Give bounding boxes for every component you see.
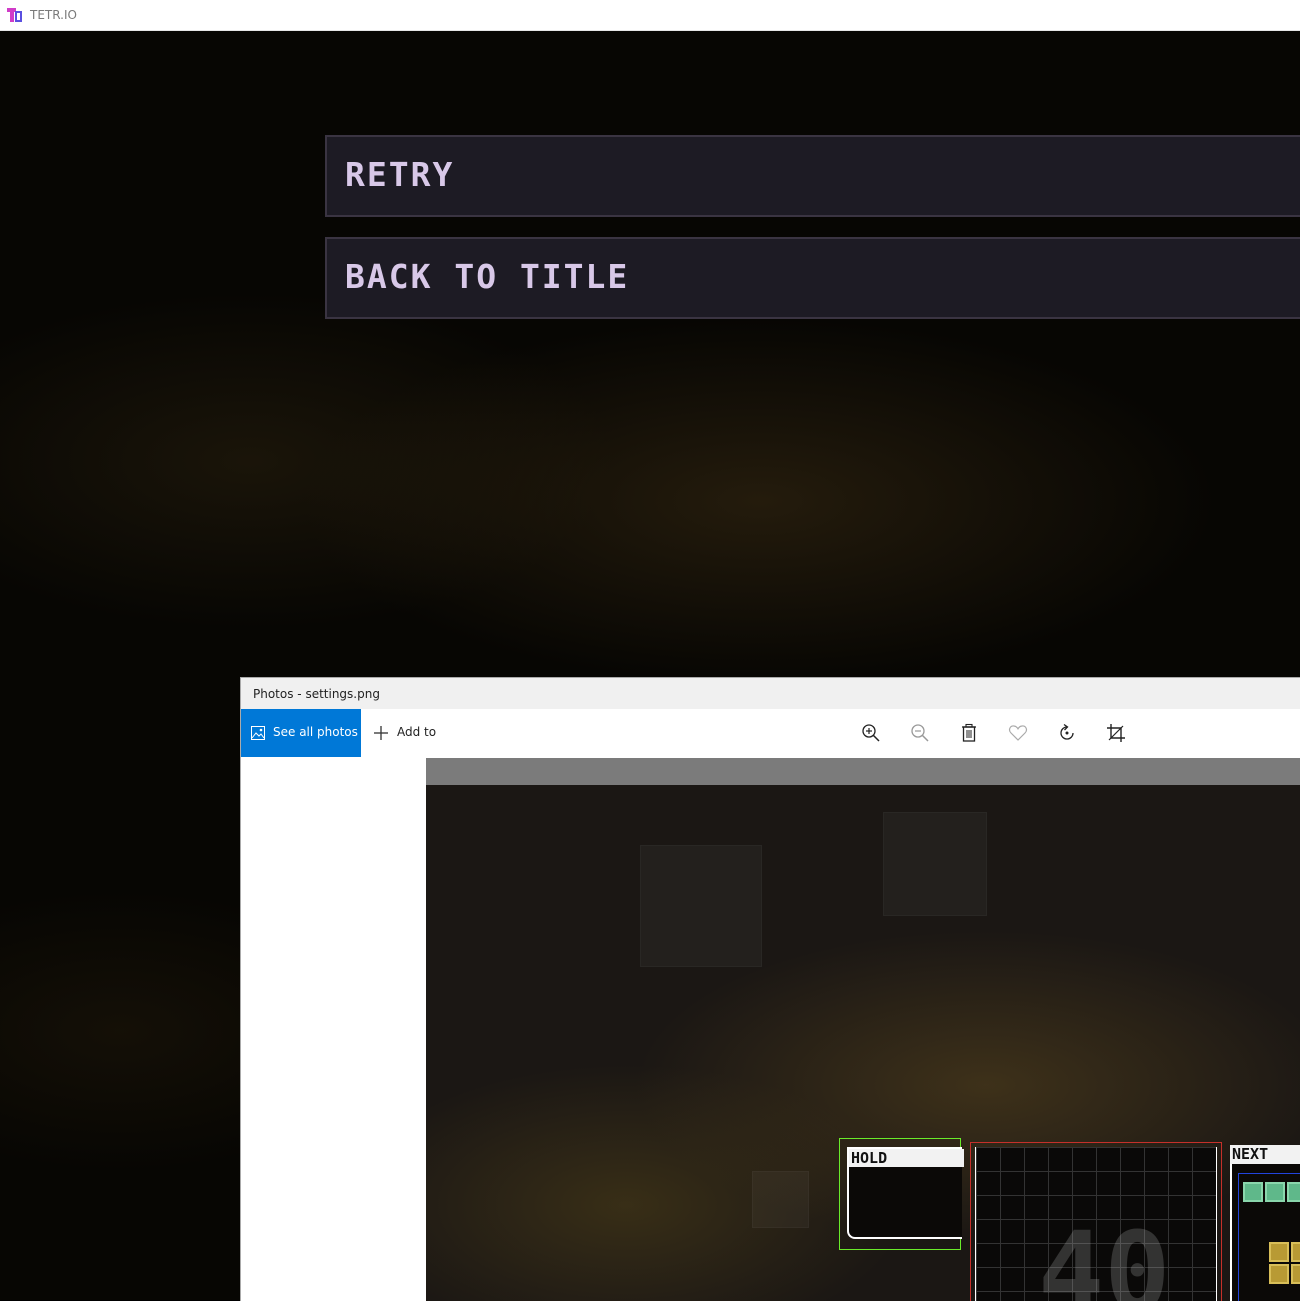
next-label: NEXT	[1232, 1145, 1269, 1163]
hold-label-bar: HOLD	[849, 1149, 964, 1167]
next-piece-block	[1269, 1242, 1289, 1262]
game-board: 40	[970, 1142, 1222, 1301]
retry-label: RETRY	[345, 155, 455, 194]
next-queue-highlight	[1238, 1173, 1300, 1301]
see-all-photos-label: See all photos	[273, 725, 358, 739]
favorite-button[interactable]	[1008, 723, 1028, 743]
crop-button[interactable]	[1106, 723, 1126, 743]
background-square	[883, 812, 987, 916]
zoom-in-icon	[862, 724, 880, 742]
hold-label: HOLD	[851, 1149, 888, 1167]
photos-titlebar: Photos - settings.png	[241, 678, 1300, 709]
lines-remaining-counter: 40	[1038, 1208, 1171, 1301]
app-title: TETR.IO	[30, 8, 77, 22]
next-piece-block	[1269, 1264, 1289, 1284]
screenshot-image: HOLD 40 NEXT	[426, 785, 1300, 1301]
next-piece-block	[1291, 1264, 1300, 1284]
zoom-out-button[interactable]	[910, 723, 930, 743]
delete-button[interactable]	[959, 723, 979, 743]
hold-frame: HOLD	[847, 1147, 964, 1239]
back-to-title-label: BACK TO TITLE	[345, 257, 630, 296]
board-grid: 40	[975, 1147, 1217, 1301]
background-square	[752, 1171, 809, 1228]
next-label-bar: NEXT	[1230, 1145, 1300, 1164]
next-panel: NEXT	[1230, 1145, 1300, 1301]
background-square	[640, 845, 762, 967]
back-to-title-button[interactable]: BACK TO TITLE	[325, 237, 1300, 319]
zoom-out-icon	[911, 724, 929, 742]
add-to-button[interactable]: Add to	[371, 709, 451, 757]
photos-window-title: Photos - settings.png	[253, 687, 380, 701]
hold-panel: HOLD	[839, 1138, 964, 1250]
heart-icon	[1008, 725, 1028, 741]
app-titlebar: TETR.IO	[0, 0, 1300, 31]
rotate-button[interactable]	[1057, 723, 1077, 743]
photos-toolbar: See all photos Add to	[241, 709, 1300, 757]
next-piece-block	[1287, 1182, 1300, 1202]
photo-gallery-icon	[251, 726, 265, 740]
see-all-photos-button[interactable]: See all photos	[241, 709, 361, 757]
retry-button[interactable]: RETRY	[325, 135, 1300, 217]
rotate-icon	[1060, 723, 1074, 740]
add-to-label: Add to	[397, 725, 437, 739]
image-viewer[interactable]: HOLD 40 NEXT	[426, 758, 1300, 1301]
image-top-bar	[426, 758, 1300, 785]
next-piece-block	[1291, 1242, 1300, 1262]
crop-icon	[1107, 724, 1125, 742]
tetrio-logo-icon	[7, 8, 22, 22]
plus-icon	[374, 726, 388, 740]
zoom-in-button[interactable]	[861, 723, 881, 743]
trash-icon	[962, 723, 976, 742]
photos-window: Photos - settings.png See all photos Add…	[240, 677, 1300, 1301]
next-piece-block	[1243, 1182, 1263, 1202]
next-piece-block	[1265, 1182, 1285, 1202]
